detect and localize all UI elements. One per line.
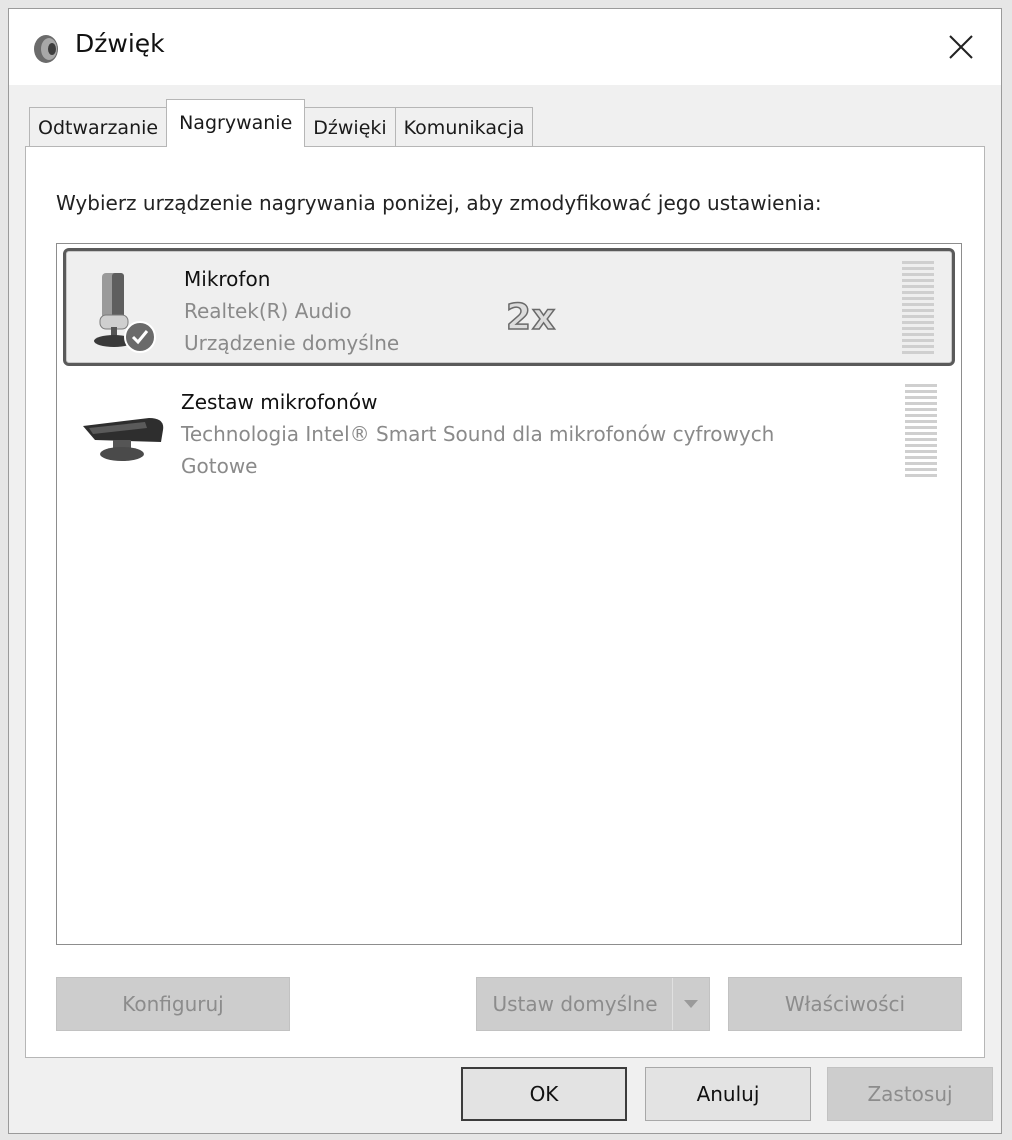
default-check-icon bbox=[124, 321, 156, 353]
title-bar: Dźwięk bbox=[9, 9, 1001, 85]
set-default-dropdown[interactable] bbox=[672, 978, 709, 1030]
apply-button[interactable]: Zastosuj bbox=[827, 1067, 993, 1121]
double-click-annotation: 2x bbox=[505, 296, 557, 339]
ok-button[interactable]: OK bbox=[461, 1067, 627, 1121]
chevron-down-icon bbox=[684, 1000, 698, 1008]
sound-dialog: Dźwięk Odtwarzanie Nagrywanie Dźwięki Ko… bbox=[8, 8, 1002, 1134]
device-driver: Technologia Intel® Smart Sound dla mikro… bbox=[181, 422, 775, 446]
set-default-button[interactable]: Ustaw domyślne bbox=[476, 977, 710, 1031]
recording-panel: Wybierz urządzenie nagrywania poniżej, a… bbox=[25, 146, 985, 1058]
device-list: Mikrofon Realtek(R) Audio Urządzenie dom… bbox=[56, 243, 962, 945]
device-name: Zestaw mikrofonów bbox=[181, 390, 378, 414]
close-button[interactable] bbox=[939, 25, 983, 69]
tab-recording[interactable]: Nagrywanie bbox=[166, 99, 306, 147]
set-default-label: Ustaw domyślne bbox=[492, 992, 658, 1016]
tab-communications[interactable]: Komunikacja bbox=[394, 107, 534, 147]
tab-sounds[interactable]: Dźwięki bbox=[304, 107, 396, 147]
microphone-array-icon bbox=[83, 418, 164, 461]
microphone-icon bbox=[94, 273, 156, 353]
device-name: Mikrofon bbox=[184, 267, 271, 291]
instruction-text: Wybierz urządzenie nagrywania poniżej, a… bbox=[56, 191, 822, 215]
device-microphone[interactable]: Mikrofon Realtek(R) Audio Urządzenie dom… bbox=[63, 248, 955, 366]
properties-button[interactable]: Właściwości bbox=[728, 977, 962, 1031]
cancel-button[interactable]: Anuluj bbox=[645, 1067, 811, 1121]
level-meter bbox=[905, 384, 937, 480]
level-meter bbox=[902, 261, 934, 357]
tab-strip: Odtwarzanie Nagrywanie Dźwięki Komunikac… bbox=[29, 99, 534, 147]
device-status: Urządzenie domyślne bbox=[184, 331, 400, 355]
configure-button[interactable]: Konfiguruj bbox=[56, 977, 290, 1031]
window-title: Dźwięk bbox=[75, 29, 165, 58]
device-status: Gotowe bbox=[181, 454, 258, 478]
tab-playback[interactable]: Odtwarzanie bbox=[29, 107, 168, 147]
close-icon bbox=[949, 35, 973, 59]
device-driver: Realtek(R) Audio bbox=[184, 299, 352, 323]
speaker-icon bbox=[34, 35, 58, 63]
device-microphone-array[interactable]: Zestaw mikrofonów Technologia Intel® Sma… bbox=[63, 374, 955, 492]
